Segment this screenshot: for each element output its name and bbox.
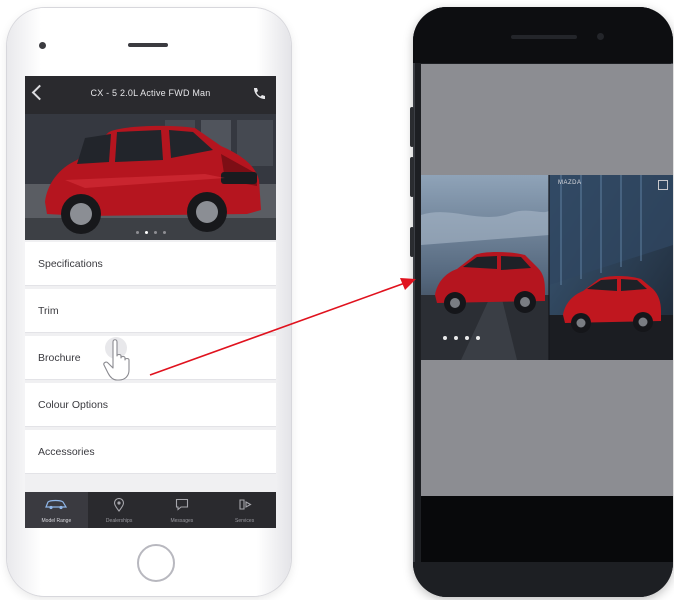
flow-arrow (149, 278, 416, 376)
